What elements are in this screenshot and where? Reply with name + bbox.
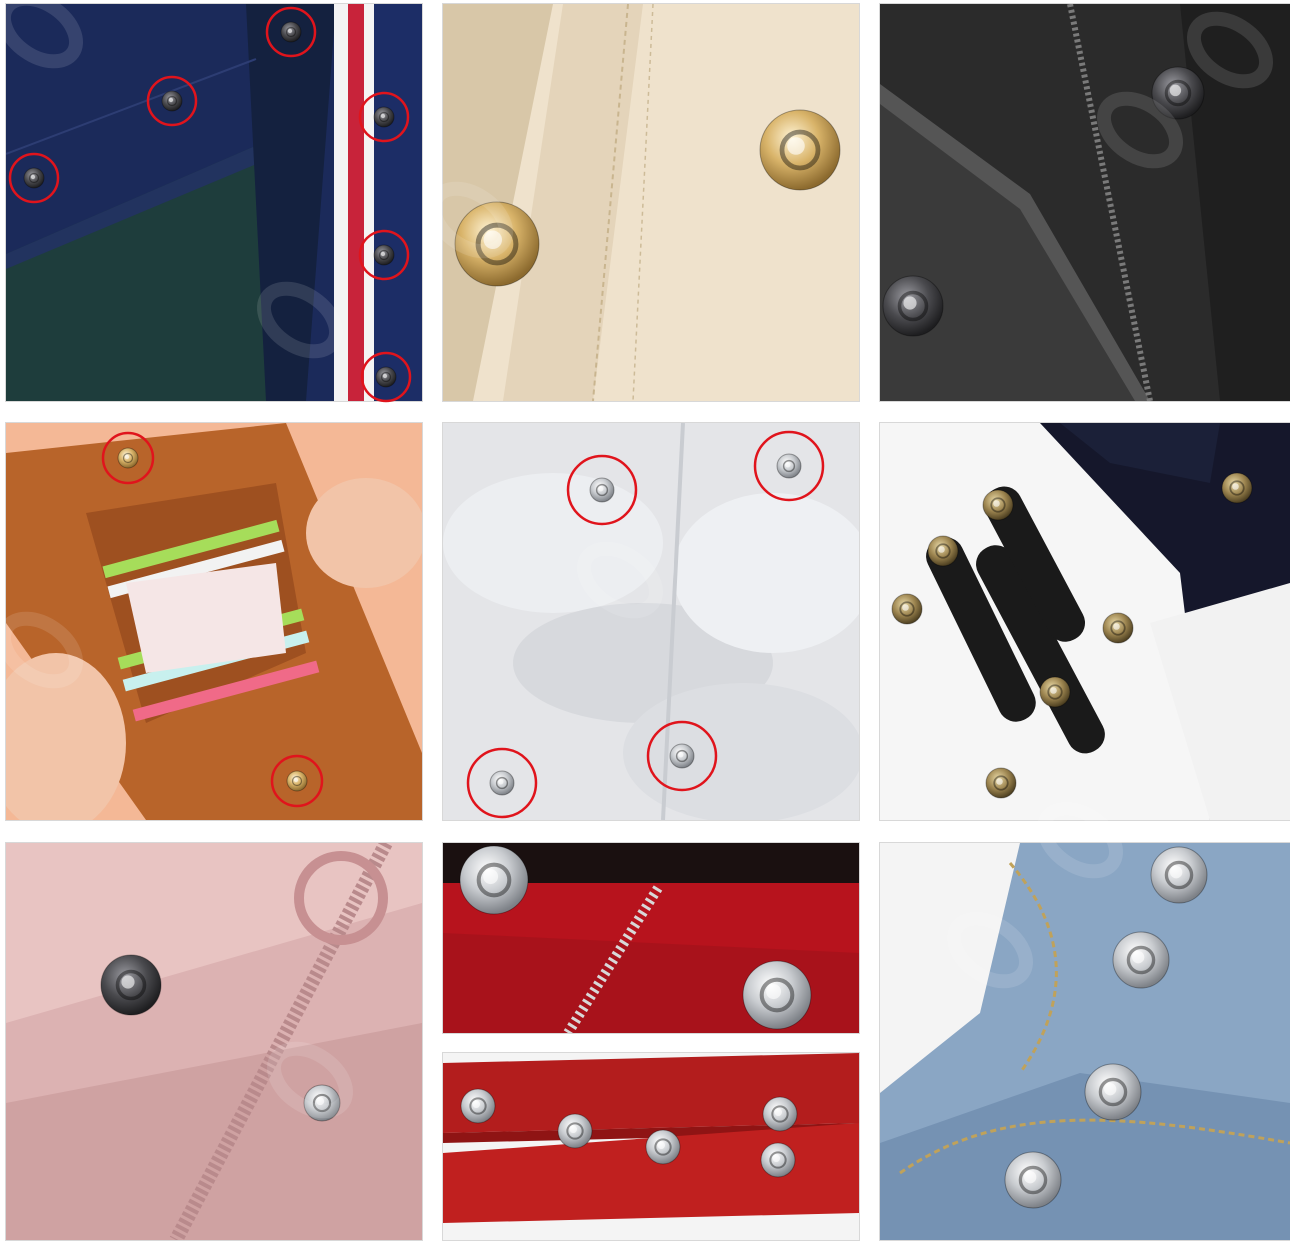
photo-denim-jeans xyxy=(879,842,1290,1241)
photo-leather-straps xyxy=(879,422,1290,821)
photo-black-jacket xyxy=(879,3,1290,402)
photo-red-fabric xyxy=(442,842,860,1034)
photo-leather-wallet xyxy=(5,422,423,821)
photo-white-puffer xyxy=(442,422,860,821)
photo-red-webbing xyxy=(442,1052,860,1241)
photo-beige-coat xyxy=(442,3,860,402)
photo-pink-jacket xyxy=(5,842,423,1241)
photo-navy-jacket xyxy=(5,3,423,402)
